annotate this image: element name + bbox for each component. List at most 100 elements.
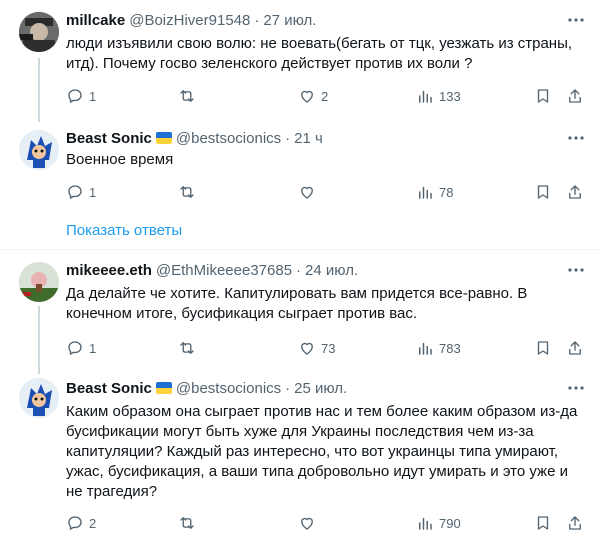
reply-icon bbox=[68, 341, 82, 356]
avatar[interactable] bbox=[19, 12, 59, 52]
like-button[interactable] bbox=[298, 513, 321, 533]
views-button[interactable]: 783 bbox=[416, 338, 461, 358]
more-icon[interactable] bbox=[567, 379, 585, 397]
like-icon bbox=[301, 186, 313, 199]
tweet-text: люди изъявили свою волю: не воевать(бега… bbox=[66, 35, 577, 72]
retweet-icon bbox=[180, 342, 194, 354]
bookmark-icon bbox=[537, 185, 549, 199]
timestamp[interactable]: 27 июл. bbox=[263, 12, 316, 29]
views-count: 783 bbox=[439, 340, 461, 356]
more-icon[interactable] bbox=[567, 261, 585, 279]
reply-count: 2 bbox=[89, 515, 97, 531]
bookmark-icon bbox=[537, 89, 549, 103]
views-count: 78 bbox=[439, 184, 454, 200]
author-handle[interactable]: @EthMikeeee37685 bbox=[156, 262, 292, 279]
reply-button[interactable]: 2 bbox=[66, 513, 96, 533]
retweet-icon bbox=[180, 90, 194, 102]
views-icon bbox=[419, 517, 432, 530]
reply-count: 1 bbox=[89, 88, 97, 104]
ukraine-flag-icon bbox=[155, 382, 172, 394]
tweet-4[interactable]: Beast Sonic @bestsocionics · 25 июл. Как… bbox=[0, 370, 599, 545]
share-icon bbox=[569, 89, 581, 103]
timestamp[interactable]: 24 июл. bbox=[305, 262, 358, 279]
retweet-icon bbox=[180, 517, 194, 529]
views-button[interactable]: 78 bbox=[416, 182, 453, 202]
action-bar: 2 790 bbox=[66, 513, 586, 533]
bookmark-button[interactable] bbox=[534, 182, 552, 202]
author-name[interactable]: Beast Sonic bbox=[66, 380, 152, 397]
views-count: 790 bbox=[439, 515, 461, 531]
share-icon bbox=[569, 185, 581, 199]
timestamp[interactable]: 25 июл. bbox=[294, 380, 347, 397]
separator-dot: · bbox=[285, 379, 291, 397]
separator-dot: · bbox=[254, 11, 260, 29]
bookmark-icon bbox=[537, 341, 549, 355]
tweet-text: Да делайте че хотите. Капитулировать вам… bbox=[66, 285, 532, 322]
retweet-button[interactable] bbox=[178, 182, 201, 202]
tweet-header: Beast Sonic @bestsocionics · 25 июл. bbox=[66, 378, 347, 398]
separator-dot: · bbox=[296, 261, 302, 279]
retweet-icon bbox=[180, 186, 194, 198]
share-button[interactable] bbox=[566, 513, 584, 533]
bookmark-button[interactable] bbox=[534, 513, 552, 533]
reply-button[interactable]: 1 bbox=[66, 182, 96, 202]
ukraine-flag-icon bbox=[155, 132, 172, 144]
reply-count: 1 bbox=[89, 184, 97, 200]
author-handle[interactable]: @BoizHiver91548 bbox=[129, 12, 250, 29]
views-button[interactable]: 133 bbox=[416, 86, 461, 106]
reply-button[interactable]: 1 bbox=[66, 86, 96, 106]
like-button[interactable] bbox=[298, 182, 321, 202]
author-handle[interactable]: @bestsocionics bbox=[176, 380, 281, 397]
like-button[interactable]: 73 bbox=[298, 338, 335, 358]
avatar[interactable] bbox=[19, 262, 59, 302]
like-button[interactable]: 2 bbox=[298, 86, 328, 106]
views-icon bbox=[419, 342, 432, 355]
retweet-button[interactable] bbox=[178, 513, 201, 533]
views-icon bbox=[419, 90, 432, 103]
share-button[interactable] bbox=[566, 182, 584, 202]
tweet-1[interactable]: millcake @BoizHiver91548 · 27 июл. люди … bbox=[0, 0, 599, 120]
like-count: 2 bbox=[321, 88, 329, 104]
timestamp[interactable]: 21 ч bbox=[294, 130, 323, 147]
reply-icon bbox=[68, 516, 82, 531]
tweet-text: Военное время bbox=[66, 151, 174, 168]
tweet-3[interactable]: mikeeee.eth @EthMikeeee37685 · 24 июл. Д… bbox=[0, 250, 599, 370]
tweet-header: mikeeee.eth @EthMikeeee37685 · 24 июл. bbox=[66, 260, 358, 280]
tweet-2[interactable]: Beast Sonic @bestsocionics · 21 ч Военно… bbox=[0, 120, 599, 250]
reply-icon bbox=[68, 185, 82, 200]
share-button[interactable] bbox=[566, 338, 584, 358]
author-handle[interactable]: @bestsocionics bbox=[176, 130, 281, 147]
like-icon bbox=[301, 90, 313, 103]
tweet-text: Каким образом она сыграет против нас и т… bbox=[66, 403, 582, 500]
share-icon bbox=[569, 341, 581, 355]
views-button[interactable]: 790 bbox=[416, 513, 461, 533]
action-bar: 1 73 783 bbox=[66, 338, 586, 358]
tweet-header: Beast Sonic @bestsocionics · 21 ч bbox=[66, 128, 323, 148]
author-name[interactable]: mikeeee.eth bbox=[66, 262, 152, 279]
bookmark-button[interactable] bbox=[534, 86, 552, 106]
bookmark-icon bbox=[537, 516, 549, 530]
more-icon[interactable] bbox=[567, 129, 585, 147]
avatar[interactable] bbox=[19, 378, 59, 418]
retweet-button[interactable] bbox=[178, 86, 201, 106]
action-bar: 1 2 133 bbox=[66, 86, 586, 106]
author-name[interactable]: millcake bbox=[66, 12, 125, 29]
tweet-header: millcake @BoizHiver91548 · 27 июл. bbox=[66, 10, 316, 30]
avatar[interactable] bbox=[19, 130, 59, 170]
views-count: 133 bbox=[439, 88, 461, 104]
like-icon bbox=[301, 517, 313, 530]
share-button[interactable] bbox=[566, 86, 584, 106]
more-icon[interactable] bbox=[567, 11, 585, 29]
retweet-button[interactable] bbox=[178, 338, 201, 358]
action-bar: 1 78 bbox=[66, 182, 586, 202]
bookmark-button[interactable] bbox=[534, 338, 552, 358]
author-name[interactable]: Beast Sonic bbox=[66, 130, 152, 147]
reply-count: 1 bbox=[89, 340, 97, 356]
show-replies-link[interactable]: Показать ответы bbox=[66, 222, 182, 239]
reply-button[interactable]: 1 bbox=[66, 338, 96, 358]
like-count: 73 bbox=[321, 340, 336, 356]
like-icon bbox=[301, 342, 313, 355]
share-icon bbox=[569, 516, 581, 530]
separator-dot: · bbox=[285, 129, 291, 147]
reply-icon bbox=[68, 89, 82, 104]
